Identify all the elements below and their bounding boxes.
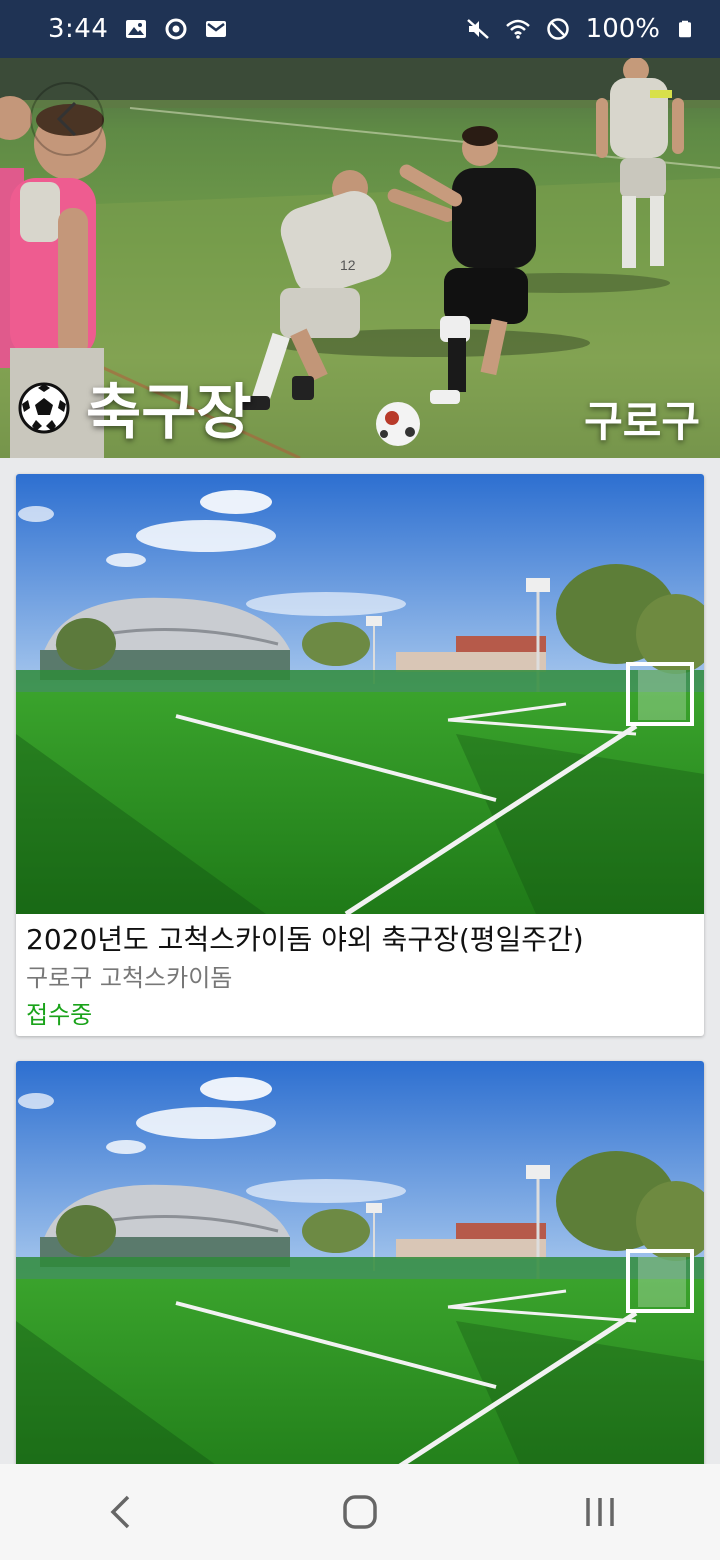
status-time: 3:44 — [48, 14, 109, 44]
card-title: 2020년도 고척스카이돔 야외 축구장(평일주간) — [26, 923, 584, 956]
no-disturb-icon — [546, 18, 569, 40]
chevron-left-icon — [56, 101, 77, 137]
hero-title-group: 축구장 — [18, 364, 252, 451]
card-image — [16, 1061, 704, 1481]
soccer-ball-icon — [18, 382, 70, 433]
facility-card[interactable]: 2020년도 고척스카이돔 야외 축구장(평일주간) 구로구 고척스카이돔 접수… — [16, 474, 704, 1036]
facility-card[interactable] — [16, 1061, 704, 1481]
wifi-icon — [505, 19, 530, 39]
hero-banner: 12 축구장 구로구 — [0, 58, 720, 458]
back-icon — [110, 1495, 130, 1529]
battery-percent: 100% — [585, 14, 660, 44]
status-bar: 3:44 100% — [0, 0, 720, 58]
home-icon — [343, 1495, 377, 1529]
image-icon — [126, 20, 147, 38]
stadium-photo — [16, 474, 704, 914]
card-body: 2020년도 고척스카이돔 야외 축구장(평일주간) 구로구 고척스카이돔 접수… — [16, 914, 704, 1034]
stadium-photo — [16, 1061, 704, 1481]
system-nav-bar — [0, 1464, 720, 1560]
status-right: 100% — [466, 14, 694, 44]
nav-back-button[interactable] — [80, 1482, 160, 1542]
hero-ball — [376, 402, 420, 446]
card-image — [16, 474, 704, 914]
status-badge: 접수중 — [26, 1001, 93, 1029]
district-label: 구로구 — [584, 397, 700, 446]
card-location: 구로구 고척스카이돔 — [26, 964, 233, 992]
nav-recents-button[interactable] — [560, 1482, 640, 1542]
mail-icon — [206, 21, 227, 37]
svg-text:12: 12 — [340, 257, 356, 273]
mute-icon — [466, 19, 489, 39]
nav-home-button[interactable] — [320, 1482, 400, 1542]
recents-icon — [586, 1498, 614, 1526]
status-left: 3:44 — [48, 14, 228, 44]
page-title: 축구장 — [86, 378, 252, 448]
sync-icon — [165, 18, 187, 40]
battery-icon — [679, 20, 691, 38]
back-button[interactable] — [30, 82, 104, 156]
